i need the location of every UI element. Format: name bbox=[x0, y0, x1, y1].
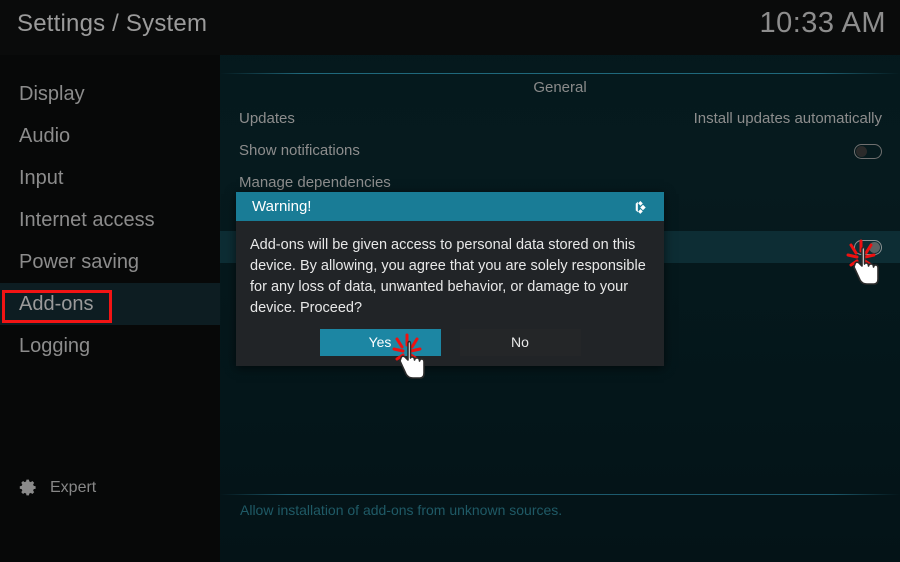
settings-row-updates[interactable]: Updates Install updates automatically bbox=[220, 103, 900, 135]
sidebar-item-label: Add-ons bbox=[19, 293, 94, 315]
sidebar-item-display[interactable]: Display bbox=[0, 73, 220, 115]
gear-icon bbox=[19, 479, 36, 496]
yes-button[interactable]: Yes bbox=[319, 329, 441, 356]
settings-row-value: Install updates automatically bbox=[693, 110, 882, 127]
sidebar-item-label: Audio bbox=[19, 125, 71, 147]
sidebar-item-add-ons[interactable]: Add-ons bbox=[0, 283, 220, 325]
clock: 10:33 AM bbox=[759, 7, 886, 39]
sidebar-item-audio[interactable]: Audio bbox=[0, 115, 220, 157]
sidebar-item-logging[interactable]: Logging bbox=[0, 325, 220, 367]
kodi-logo-icon bbox=[635, 200, 646, 214]
sidebar-item-internet-access[interactable]: Internet access bbox=[0, 199, 220, 241]
toggle-knob bbox=[856, 145, 867, 157]
dialog-title: Warning! bbox=[252, 198, 312, 215]
no-button[interactable]: No bbox=[459, 329, 581, 356]
toggle-knob bbox=[869, 241, 880, 253]
settings-level-button[interactable]: Expert bbox=[19, 478, 96, 497]
warning-dialog: Warning! Add-ons will be given access to… bbox=[236, 192, 664, 366]
bottom-separator bbox=[220, 494, 900, 495]
dialog-message: Add-ons will be given access to personal… bbox=[250, 237, 646, 316]
sidebar-item-label: Power saving bbox=[19, 251, 140, 273]
sidebar-item-label: Logging bbox=[19, 335, 91, 357]
sidebar-item-label: Input bbox=[19, 167, 64, 189]
section-title: General bbox=[533, 79, 587, 96]
settings-row-show-notifications[interactable]: Show notifications bbox=[220, 135, 900, 167]
kodi-settings-screen: Settings / System 10:33 AM Display Audio… bbox=[0, 0, 900, 562]
sidebar-item-label: Internet access bbox=[19, 209, 155, 231]
sidebar-item-label: Display bbox=[19, 83, 85, 105]
unknown-sources-toggle[interactable] bbox=[854, 239, 882, 255]
dialog-buttons: Yes No bbox=[236, 329, 664, 356]
show-notifications-toggle[interactable] bbox=[854, 143, 882, 159]
settings-row-label: Show notifications bbox=[239, 142, 360, 159]
settings-row-label: Updates bbox=[239, 110, 295, 127]
sidebar-nav: Display Audio Input Internet access Powe… bbox=[0, 73, 220, 367]
setting-description: Allow installation of add-ons from unkno… bbox=[240, 502, 563, 518]
sidebar-item-power-saving[interactable]: Power saving bbox=[0, 241, 220, 283]
dialog-header: Warning! bbox=[236, 192, 664, 221]
page-title: Settings / System bbox=[17, 10, 208, 37]
sidebar-item-input[interactable]: Input bbox=[0, 157, 220, 199]
settings-level-label: Expert bbox=[50, 478, 97, 496]
